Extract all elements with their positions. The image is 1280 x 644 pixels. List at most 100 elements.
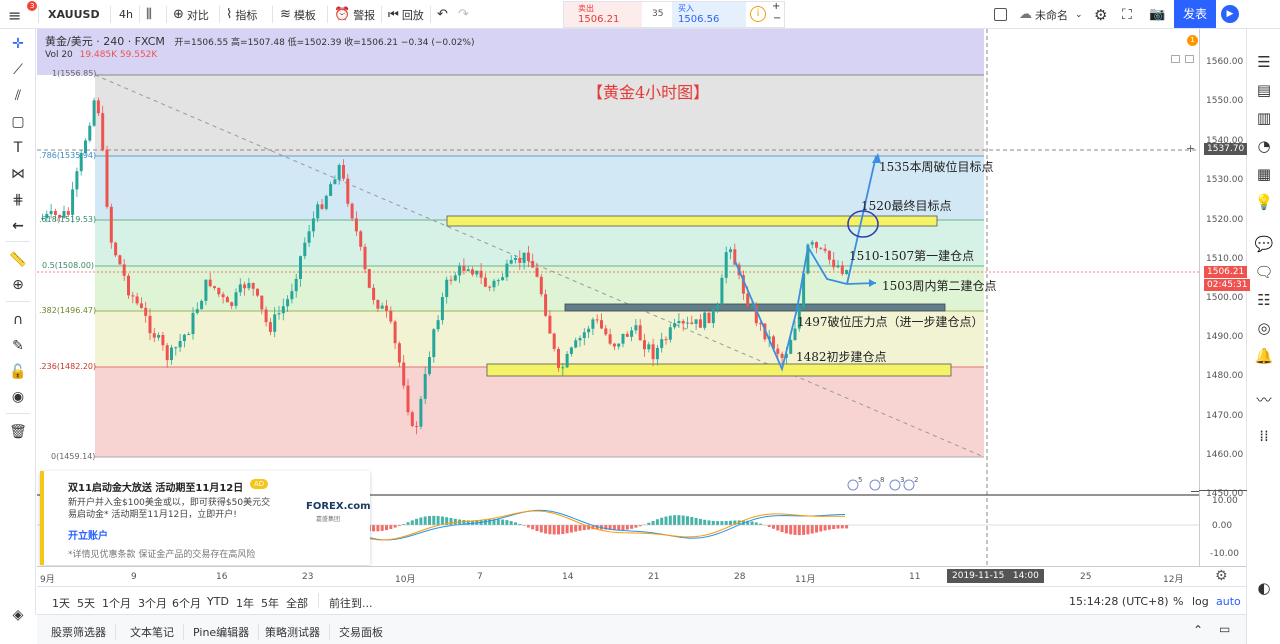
- replay-button[interactable]: ⏮ 回放: [388, 5, 424, 24]
- qty-up-icon[interactable]: +: [772, 1, 780, 12]
- range-3m[interactable]: 3个月: [138, 595, 167, 611]
- tab-text-notes[interactable]: 文本笔记: [121, 624, 184, 640]
- tab-stock-screener[interactable]: 股票筛选器: [42, 624, 116, 640]
- eye-icon[interactable]: ◉: [8, 387, 28, 407]
- templates-button[interactable]: ≋ 模板: [280, 5, 316, 24]
- compare-button[interactable]: ⊕ 对比: [173, 5, 209, 24]
- crosshair-icon[interactable]: ✛: [8, 34, 28, 54]
- legend-symbol[interactable]: 黄金/美元 · 240 · FXCM: [45, 35, 165, 48]
- undo-icon[interactable]: ↶: [437, 5, 448, 24]
- goto-date-button[interactable]: 前往到...: [329, 595, 373, 611]
- annotation-1497[interactable]: 1497破位压力点（进一步建仓点）: [797, 313, 984, 330]
- support-icon[interactable]: ◐: [1253, 577, 1275, 599]
- watchlist-icon[interactable]: ☰: [1253, 51, 1275, 73]
- range-6m[interactable]: 6个月: [172, 595, 201, 611]
- price-label: 1520.00: [1206, 215, 1244, 225]
- range-5d[interactable]: 5天: [77, 595, 95, 611]
- auto-toggle[interactable]: auto: [1216, 595, 1241, 608]
- buy-button[interactable]: 买入 1506.56: [672, 2, 746, 27]
- fullscreen-icon[interactable]: ⛶: [1122, 5, 1132, 24]
- clock-icon[interactable]: ◔: [1253, 135, 1275, 157]
- range-all[interactable]: 全部: [286, 595, 308, 611]
- layers-icon[interactable]: ◈: [8, 605, 28, 625]
- collapse-panel-icon[interactable]: ⌃: [1193, 623, 1203, 637]
- select-checkbox[interactable]: [994, 5, 1007, 24]
- maximize-panel-icon[interactable]: ▭: [1219, 622, 1230, 636]
- calendar-icon[interactable]: ▦: [1253, 163, 1275, 185]
- pane-maximize-icon[interactable]: [1171, 55, 1180, 63]
- trendline-icon[interactable]: ⟋: [8, 60, 28, 80]
- bell-icon[interactable]: 🔔: [1253, 345, 1275, 367]
- annotation-1535[interactable]: 1535本周破位目标点: [879, 158, 994, 175]
- open-account-link[interactable]: 开立账户: [68, 527, 108, 542]
- magnet-icon[interactable]: ∩: [8, 310, 28, 330]
- settings-gear-icon[interactable]: ⚙: [1094, 5, 1107, 24]
- range-1d[interactable]: 1天: [52, 595, 70, 611]
- lock-icon[interactable]: 🔓: [8, 362, 28, 382]
- range-ytd[interactable]: YTD: [207, 595, 229, 608]
- tab-strategy-tester[interactable]: 策略测试器: [256, 624, 330, 640]
- publish-button[interactable]: 发表: [1174, 0, 1216, 28]
- ad-banner[interactable]: 双11启动金大放送 活动期至11月12日 AD 新开户并入金$100美金或以，即…: [40, 471, 371, 565]
- lock-drawing-icon[interactable]: ✎: [8, 336, 28, 356]
- qty-down-icon[interactable]: −: [773, 13, 781, 24]
- range-1m[interactable]: 1个月: [102, 595, 131, 611]
- ruler-icon[interactable]: 📏: [8, 250, 28, 270]
- info-icon[interactable]: i: [750, 6, 766, 22]
- log-toggle[interactable]: log: [1192, 595, 1209, 608]
- ideas-icon[interactable]: ☷: [1253, 289, 1275, 311]
- annotation-1510[interactable]: 1510-1507第一建仓点: [849, 247, 974, 264]
- candle-body: [845, 270, 849, 274]
- annotation-1503[interactable]: 1503周内第二建仓点: [882, 277, 997, 294]
- fib-tool-icon[interactable]: ⫽: [8, 86, 28, 106]
- broadcast-icon[interactable]: ◎: [1253, 317, 1275, 339]
- axis-settings-icon[interactable]: ⚙: [1215, 568, 1228, 584]
- price-axis[interactable]: 1560.00 1550.00 1540.00 1530.00 1520.00 …: [1186, 29, 1251, 566]
- zoom-in-icon[interactable]: ⊕: [8, 275, 28, 295]
- chat-icon[interactable]: 💬: [1253, 233, 1275, 255]
- layout-name-button[interactable]: ☁ 未命名 ⌄: [1019, 5, 1083, 24]
- calendar-list-icon[interactable]: ▤: [1253, 79, 1275, 101]
- annotation-1520[interactable]: 1520最终目标点: [861, 197, 952, 214]
- candle-body: [587, 328, 591, 333]
- indicators-button[interactable]: ⌇ 指标: [226, 5, 257, 24]
- grid-dots-icon[interactable]: ⁞⁞: [1253, 425, 1275, 447]
- pane-restore-icon[interactable]: [1185, 55, 1194, 63]
- menu-icon[interactable]: ≡ 3: [8, 1, 38, 25]
- alert-button[interactable]: ⏰ 警报: [334, 5, 375, 24]
- interval-selector[interactable]: 4h: [119, 5, 133, 24]
- time-axis[interactable]: 9月 9 16 23 10月 7 14 21 28 11月 11 25 12月 …: [37, 566, 1246, 586]
- play-circle-icon[interactable]: ▶: [1221, 5, 1239, 23]
- range-5y[interactable]: 5年: [261, 595, 279, 611]
- chat-bubble-icon[interactable]: 🗨: [1253, 261, 1275, 283]
- candle-type-button[interactable]: ⫼: [146, 5, 152, 24]
- sell-button[interactable]: 卖出 1506.21: [564, 2, 642, 27]
- alert-count-badge[interactable]: 1: [1187, 35, 1198, 46]
- macd-histogram-bar: [724, 520, 728, 525]
- candle-body: [363, 246, 367, 270]
- tab-pine-editor[interactable]: Pine编辑器: [184, 624, 260, 640]
- fib-label-786: .786(1535.94): [39, 151, 97, 160]
- symbol-search[interactable]: XAUUSD: [48, 5, 100, 24]
- back-arrow-icon[interactable]: ←: [8, 216, 28, 236]
- prediction-icon[interactable]: ⋕: [8, 190, 28, 210]
- candle-body: [428, 357, 431, 375]
- rectangle-icon[interactable]: ▢: [8, 112, 28, 132]
- news-icon[interactable]: ▥: [1253, 107, 1275, 129]
- candle-body: [647, 344, 651, 350]
- range-1y[interactable]: 1年: [236, 595, 254, 611]
- redo-icon[interactable]: ↷: [458, 5, 469, 24]
- camera-icon[interactable]: 📷: [1149, 5, 1165, 24]
- percent-toggle[interactable]: %: [1173, 595, 1183, 608]
- tab-trading-panel[interactable]: 交易面板: [330, 624, 392, 640]
- lightbulb-icon[interactable]: 💡: [1253, 191, 1275, 213]
- trend-wave-icon[interactable]: 〰: [1253, 389, 1275, 411]
- clock-time[interactable]: 15:14:28 (UTC+8): [1069, 595, 1169, 608]
- trash-icon[interactable]: 🗑: [8, 422, 28, 442]
- candle-body: [557, 348, 560, 368]
- pattern-icon[interactable]: ⋈: [8, 164, 28, 184]
- add-alert-plus-icon[interactable]: +: [1186, 143, 1196, 154]
- text-tool-icon[interactable]: T: [8, 138, 28, 158]
- candle-body: [780, 353, 784, 358]
- annotation-1482[interactable]: 1482初步建仓点: [796, 348, 887, 365]
